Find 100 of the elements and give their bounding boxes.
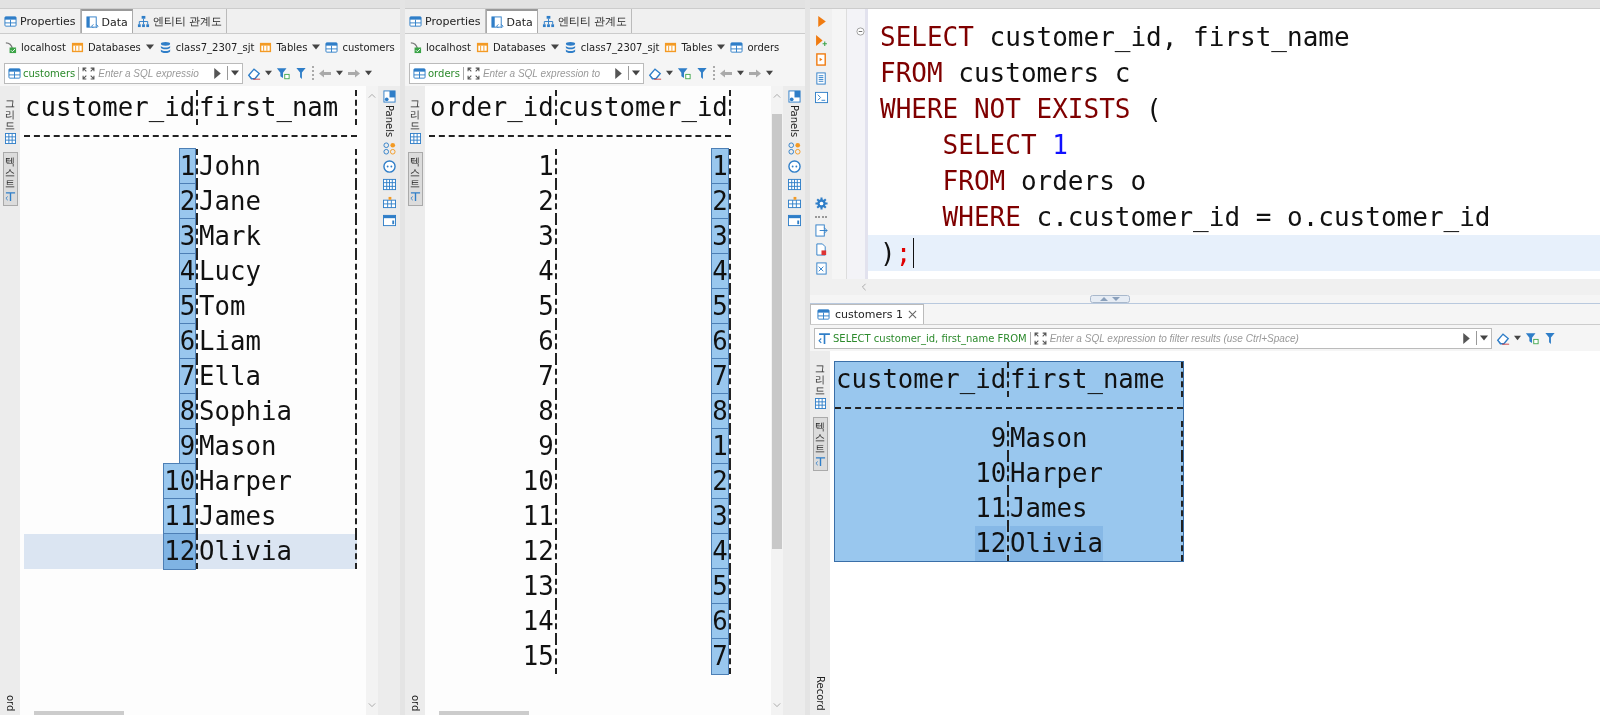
table-cell[interactable]: 12	[164, 534, 196, 569]
play-icon[interactable]	[1460, 331, 1473, 345]
breadcrumb-item[interactable]: orders	[730, 40, 780, 54]
column-header[interactable]: customer_id	[557, 92, 728, 122]
table-cell[interactable]: 3	[712, 499, 728, 534]
filter-icon[interactable]	[1525, 331, 1539, 345]
breadcrumb-item[interactable]: Databases	[70, 40, 141, 54]
close-icon[interactable]	[908, 310, 918, 319]
table-cell[interactable]: 2	[179, 184, 196, 219]
caret-icon[interactable]	[264, 70, 272, 76]
breadcrumb-item[interactable]: class7_2307_sjt	[158, 40, 255, 54]
calculator-icon[interactable]	[382, 196, 396, 210]
caret-icon[interactable]	[145, 43, 154, 51]
filter-input[interactable]: Enter a SQL expression to filter results (use Ctrl+Space)	[1049, 332, 1305, 344]
caret-icon[interactable]	[737, 70, 744, 76]
table-cell[interactable]: Mason	[199, 431, 277, 461]
caret-icon[interactable]	[1514, 335, 1521, 341]
tab[interactable]: Properties	[0, 9, 81, 33]
table-cell[interactable]: Mark	[199, 221, 261, 251]
expand-icon[interactable]	[82, 66, 96, 80]
table-cell[interactable]: 4	[712, 534, 728, 569]
table-cell[interactable]: 7	[179, 359, 196, 394]
record-tab[interactable]: ord	[4, 694, 16, 715]
table-cell[interactable]: 2	[712, 184, 728, 219]
table-cell[interactable]: 8	[712, 394, 728, 429]
view-tab[interactable]: 그리드	[812, 359, 828, 413]
caret-icon[interactable]	[666, 70, 673, 76]
tab[interactable]: Data	[80, 9, 133, 33]
dropdown-icon[interactable]	[1480, 334, 1488, 342]
column-header[interactable]: first_name	[1010, 364, 1165, 394]
view-tab[interactable]: 텍스트	[407, 152, 423, 206]
grouping-icon[interactable]	[382, 142, 396, 156]
column-header[interactable]: customer_id	[836, 364, 1007, 394]
view-tab[interactable]: 그리드	[407, 94, 423, 148]
panels-tab[interactable]: Panels	[787, 90, 801, 138]
filter-icon[interactable]	[677, 66, 691, 80]
filter-input[interactable]: Enter a SQL expression to	[482, 67, 606, 79]
column-header[interactable]: customer_id	[25, 92, 196, 122]
window-icon[interactable]	[382, 214, 396, 228]
table-cell[interactable]: 7	[712, 639, 728, 674]
document-icon[interactable]	[814, 72, 828, 85]
table-cell[interactable]: 8	[538, 396, 554, 426]
variables-icon[interactable]	[814, 262, 828, 275]
filter-icon[interactable]	[1543, 331, 1557, 345]
caret-icon[interactable]	[312, 43, 321, 51]
table-cell[interactable]: 15	[522, 641, 554, 671]
table-cell[interactable]: 1	[712, 149, 728, 184]
table-cell[interactable]: 4	[538, 256, 554, 286]
view-tab[interactable]: 텍스트	[2, 152, 18, 206]
table-cell[interactable]: 2	[712, 464, 728, 499]
table-cell[interactable]: 6	[538, 326, 554, 356]
breadcrumb-item[interactable]: Tables	[664, 40, 713, 54]
table-cell[interactable]: 5	[712, 289, 728, 324]
caret-icon[interactable]	[364, 70, 372, 76]
table-cell[interactable]: 4	[179, 254, 196, 289]
table-cell[interactable]: John	[199, 151, 261, 181]
table-cell[interactable]: 1	[538, 151, 554, 181]
table-cell[interactable]: Ella	[199, 361, 261, 391]
breadcrumb-item[interactable]: class7_2307_sjt	[563, 40, 660, 54]
caret-icon[interactable]	[335, 70, 343, 76]
record-tab[interactable]: Record	[814, 676, 826, 715]
caret-icon[interactable]	[550, 43, 559, 51]
window-icon[interactable]	[787, 214, 801, 228]
tab[interactable]: Properties	[405, 9, 486, 33]
breadcrumb-item[interactable]: Databases	[475, 40, 546, 54]
caret-icon[interactable]	[717, 43, 726, 51]
grid-icon[interactable]	[787, 178, 801, 192]
table-cell[interactable]: 12	[975, 526, 1007, 561]
expand-icon[interactable]	[466, 66, 480, 80]
filter-icon[interactable]	[695, 66, 709, 80]
smiley-icon[interactable]	[787, 160, 801, 174]
collapse-icon[interactable]	[856, 27, 865, 36]
scrollbar-thumb[interactable]	[772, 114, 782, 549]
column-header[interactable]: first_nam	[199, 92, 339, 122]
dropdown-icon[interactable]	[632, 69, 640, 77]
table-cell[interactable]: 3	[538, 221, 554, 251]
panels-tab[interactable]: Panels	[382, 90, 396, 138]
table-cell[interactable]: 9	[179, 429, 196, 464]
table-cell[interactable]: Jane	[199, 186, 261, 216]
breadcrumb-item[interactable]: customers	[325, 40, 395, 54]
table-cell[interactable]: 9	[538, 431, 554, 461]
record-tab[interactable]: ord	[409, 694, 421, 715]
play-icon[interactable]	[612, 66, 625, 80]
table-cell[interactable]: Liam	[199, 326, 261, 356]
table-cell[interactable]: 3	[712, 219, 728, 254]
expand-icon[interactable]	[1033, 331, 1047, 345]
table-cell[interactable]: Harper	[199, 466, 292, 496]
table-cell[interactable]: 8	[179, 394, 196, 429]
view-tab[interactable]: 그리드	[2, 94, 18, 148]
eraser-icon[interactable]	[648, 66, 662, 80]
breadcrumb-item[interactable]: localhost	[4, 40, 66, 54]
table-cell[interactable]: 6	[712, 604, 728, 639]
scrollbar[interactable]	[439, 711, 529, 715]
view-tab[interactable]: 텍스트	[812, 417, 828, 471]
caret-icon[interactable]	[766, 70, 773, 76]
terminal-icon[interactable]	[814, 91, 828, 104]
filter-input[interactable]: Enter a SQL expressio	[98, 67, 205, 79]
dropdown-icon[interactable]	[230, 69, 239, 77]
table-cell[interactable]: 10	[522, 466, 554, 496]
eraser-icon[interactable]	[246, 66, 261, 80]
